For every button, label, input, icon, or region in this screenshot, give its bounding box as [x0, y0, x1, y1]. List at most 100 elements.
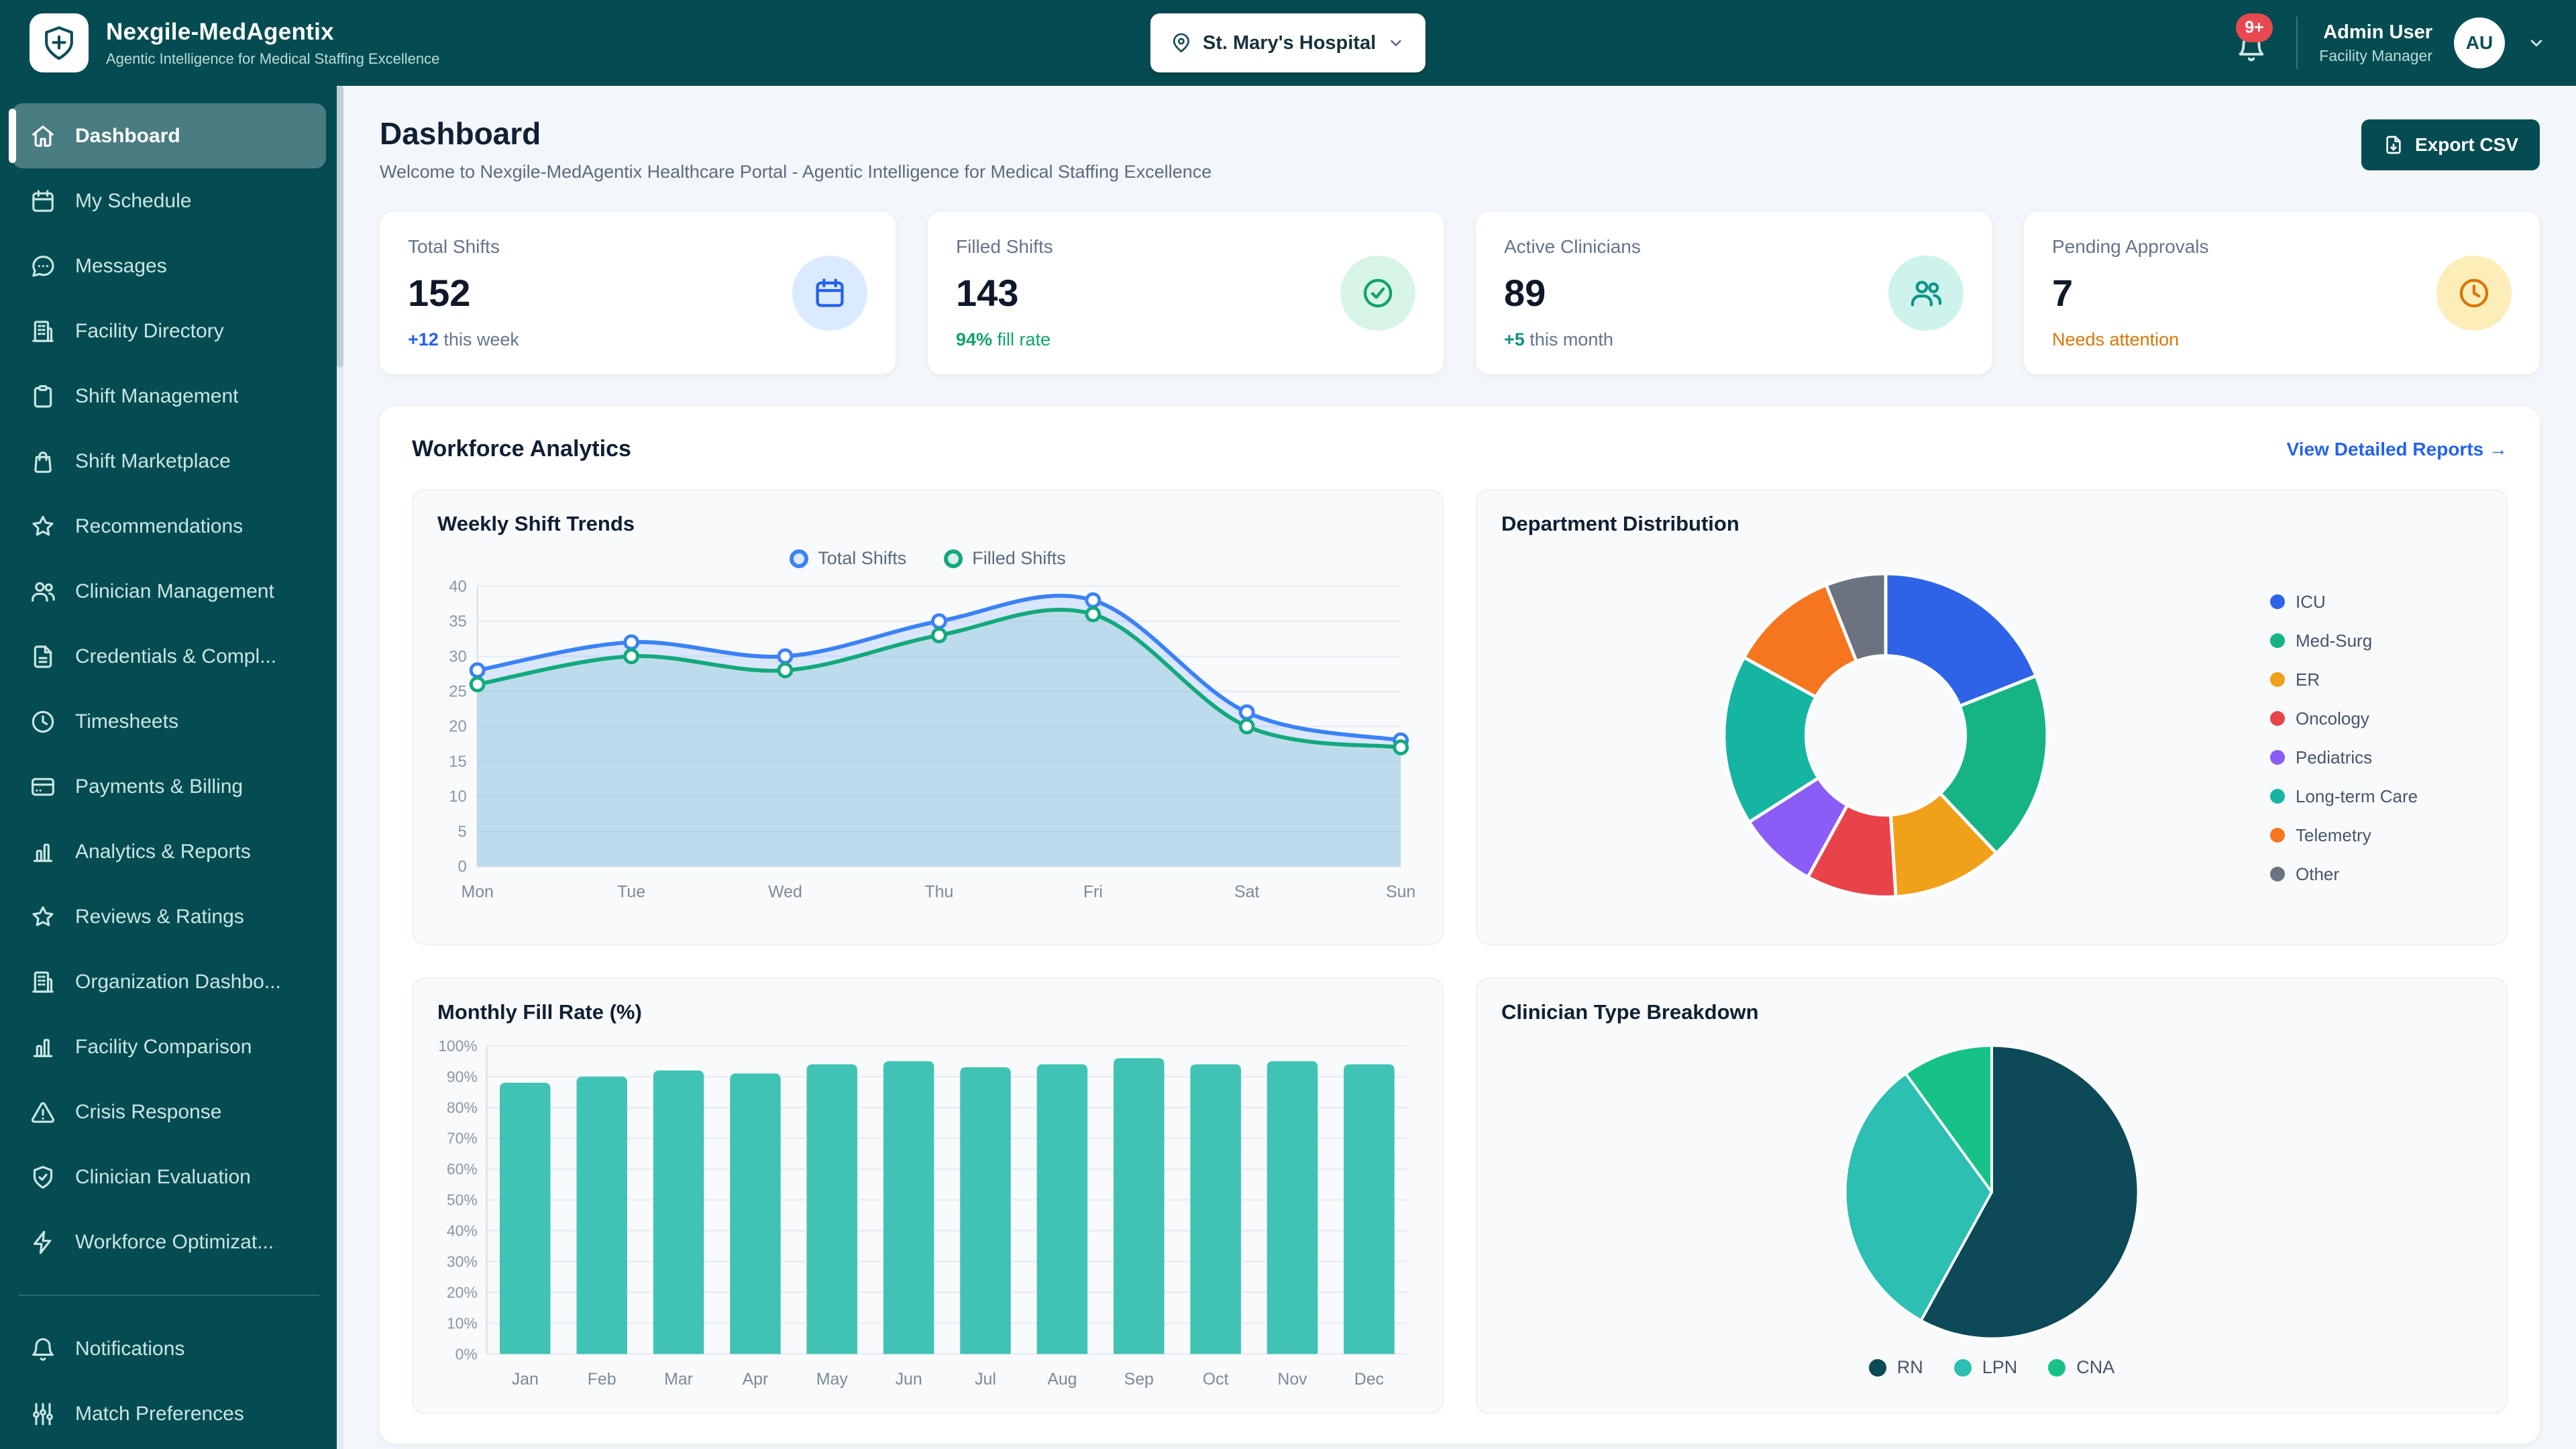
monthly-fill-rate-chart: 0% 10% 20% 30% 40% 50% 60% 70% 80% 90% 100% Jan Feb M…	[437, 1036, 1418, 1397]
legend-label: RN	[1896, 1357, 1923, 1377]
department-distribution-panel: Department Distribution ICU Med-Surg ER Onc…	[1476, 489, 2508, 945]
workforce-analytics-card: Workforce Analytics View Detailed Report…	[380, 407, 2540, 1444]
sidebar-item-shift-marketplace[interactable]: Shift Marketplace	[12, 429, 326, 494]
stat-delta: Needs attention	[2052, 329, 2209, 350]
legend-label: ER	[2296, 669, 2320, 690]
users-icon	[30, 578, 56, 605]
svg-text:Aug: Aug	[1047, 1370, 1077, 1389]
legend-item-rn[interactable]: RN	[1868, 1357, 1923, 1378]
stat-label: Active Clinicians	[1504, 236, 1641, 257]
sidebar-item-reviews-ratings[interactable]: Reviews & Ratings	[12, 884, 326, 949]
sidebar-item-clinician-evaluation[interactable]: Clinician Evaluation	[12, 1144, 326, 1210]
sidebar-item-label: Dashboard	[75, 124, 180, 147]
legend-item-total-shifts[interactable]: Total Shifts	[790, 548, 906, 569]
sidebar-item-credentials-compl[interactable]: Credentials & Compl...	[12, 624, 326, 689]
weekly-shift-trends-panel: Weekly Shift Trends Total Shifts Filled S…	[412, 489, 1444, 945]
bar-chart-icon	[30, 1034, 56, 1061]
legend-item-filled-shifts[interactable]: Filled Shifts	[944, 548, 1066, 569]
chevron-down-icon[interactable]	[2526, 33, 2546, 53]
svg-text:60%: 60%	[447, 1161, 478, 1178]
svg-text:100%: 100%	[438, 1037, 477, 1055]
legend-item-long-term-care[interactable]: Long-term Care	[2270, 786, 2482, 807]
legend-dot-icon	[2270, 711, 2285, 726]
sidebar-item-shift-management[interactable]: Shift Management	[12, 364, 326, 429]
sidebar-item-label: Facility Comparison	[75, 1035, 252, 1058]
department-distribution-chart	[1501, 557, 2270, 919]
calendar-icon	[30, 188, 56, 215]
legend-item-med-surg[interactable]: Med-Surg	[2270, 631, 2482, 651]
stat-delta-part: this week	[438, 329, 519, 350]
header-divider	[2296, 17, 2298, 69]
stat-delta: 94% fill rate	[956, 329, 1053, 350]
legend-item-other[interactable]: Other	[2270, 864, 2482, 885]
sidebar-item-label: Messages	[75, 254, 167, 277]
svg-text:Thu: Thu	[924, 882, 953, 901]
sidebar-item-recommendations[interactable]: Recommendations	[12, 494, 326, 559]
stat-delta-part: +12	[408, 329, 439, 350]
legend-item-oncology[interactable]: Oncology	[2270, 708, 2482, 729]
sidebar-scrollbar[interactable]	[337, 86, 343, 1449]
sidebar-item-label: My Schedule	[75, 189, 192, 212]
sidebar-item-label: Recommendations	[75, 515, 244, 537]
stat-card-active-clinicians: Active Clinicians 89 +5 this month	[1476, 212, 1992, 374]
bell-icon	[30, 1336, 56, 1362]
weekly-line-svg: 0 5 10 15 20 25 30 35 40 Mon Tue Wed Thu Fri Sat Sun	[449, 578, 1415, 901]
user-info[interactable]: Admin User Facility Manager	[2319, 21, 2432, 65]
svg-text:Oct: Oct	[1203, 1370, 1229, 1389]
facility-selector[interactable]: St. Mary's Hospital	[1150, 13, 1426, 72]
legend-dot-icon	[2048, 1358, 2066, 1377]
chevron-down-icon	[1387, 34, 1405, 52]
sidebar-item-workforce-optimizat[interactable]: Workforce Optimizat...	[12, 1210, 326, 1275]
legend-item-icu[interactable]: ICU	[2270, 592, 2482, 612]
sidebar-item-my-schedule[interactable]: My Schedule	[12, 168, 326, 233]
sidebar-item-dashboard[interactable]: Dashboard	[9, 103, 326, 168]
legend-item-er[interactable]: ER	[2270, 669, 2482, 690]
notifications-button[interactable]: 9+	[2232, 13, 2275, 64]
svg-text:5: 5	[458, 822, 466, 841]
department-donut-svg	[1722, 572, 2049, 899]
sidebar-item-label: Payments & Billing	[75, 775, 244, 798]
sidebar-item-facility-directory[interactable]: Facility Directory	[12, 299, 326, 364]
avatar[interactable]: AU	[2454, 17, 2505, 68]
view-detailed-reports-link[interactable]: View Detailed Reports →	[2287, 439, 2508, 460]
building-icon	[30, 318, 56, 345]
legend-label: Filled Shifts	[972, 548, 1066, 568]
sidebar-item-crisis-response[interactable]: Crisis Response	[12, 1079, 326, 1144]
pie-legend: RN LPN CNA	[1501, 1357, 2482, 1378]
sidebar-item-match-preferences[interactable]: Match Preferences	[12, 1381, 326, 1446]
legend-item-pediatrics[interactable]: Pediatrics	[2270, 747, 2482, 768]
sidebar-item-clinician-management[interactable]: Clinician Management	[12, 559, 326, 624]
legend-dot-icon	[2270, 633, 2285, 648]
notification-count-badge: 9+	[2236, 13, 2273, 42]
svg-text:0: 0	[458, 858, 466, 876]
sidebar-item-payments-billing[interactable]: Payments & Billing	[12, 754, 326, 819]
legend-item-lpn[interactable]: LPN	[1953, 1357, 2017, 1378]
legend-dot-icon	[2270, 789, 2285, 804]
bar-Sep	[1113, 1058, 1165, 1354]
line-chart-legend: Total Shifts Filled Shifts	[437, 548, 1418, 569]
sidebar-item-notifications[interactable]: Notifications	[12, 1316, 326, 1381]
stat-card-total-shifts: Total Shifts 152 +12 this week	[380, 212, 896, 374]
stat-delta-part: fill rate	[992, 329, 1051, 350]
users-icon	[1888, 256, 1964, 331]
sidebar-item-settings[interactable]: Settings	[12, 1446, 326, 1449]
export-csv-button[interactable]: Export CSV	[2361, 119, 2540, 170]
legend-dot-icon	[1953, 1358, 1972, 1377]
sidebar-divider	[19, 1295, 319, 1296]
svg-text:Sep: Sep	[1124, 1370, 1154, 1389]
star-icon	[30, 513, 56, 540]
sidebar-item-facility-comparison[interactable]: Facility Comparison	[12, 1014, 326, 1079]
svg-text:Sat: Sat	[1234, 882, 1259, 901]
stat-label: Filled Shifts	[956, 236, 1053, 257]
svg-text:30%: 30%	[447, 1253, 478, 1271]
sidebar-item-organization-dashbo[interactable]: Organization Dashbo...	[12, 949, 326, 1014]
sidebar-item-timesheets[interactable]: Timesheets	[12, 689, 326, 754]
svg-text:Fri: Fri	[1083, 882, 1103, 901]
home-icon	[30, 123, 56, 150]
legend-item-cna[interactable]: CNA	[2048, 1357, 2114, 1378]
sidebar-item-label: Workforce Optimizat...	[75, 1230, 274, 1253]
svg-text:Jul: Jul	[975, 1370, 996, 1389]
legend-item-telemetry[interactable]: Telemetry	[2270, 825, 2482, 846]
sidebar-item-analytics-reports[interactable]: Analytics & Reports	[12, 819, 326, 884]
sidebar-item-messages[interactable]: Messages	[12, 233, 326, 299]
